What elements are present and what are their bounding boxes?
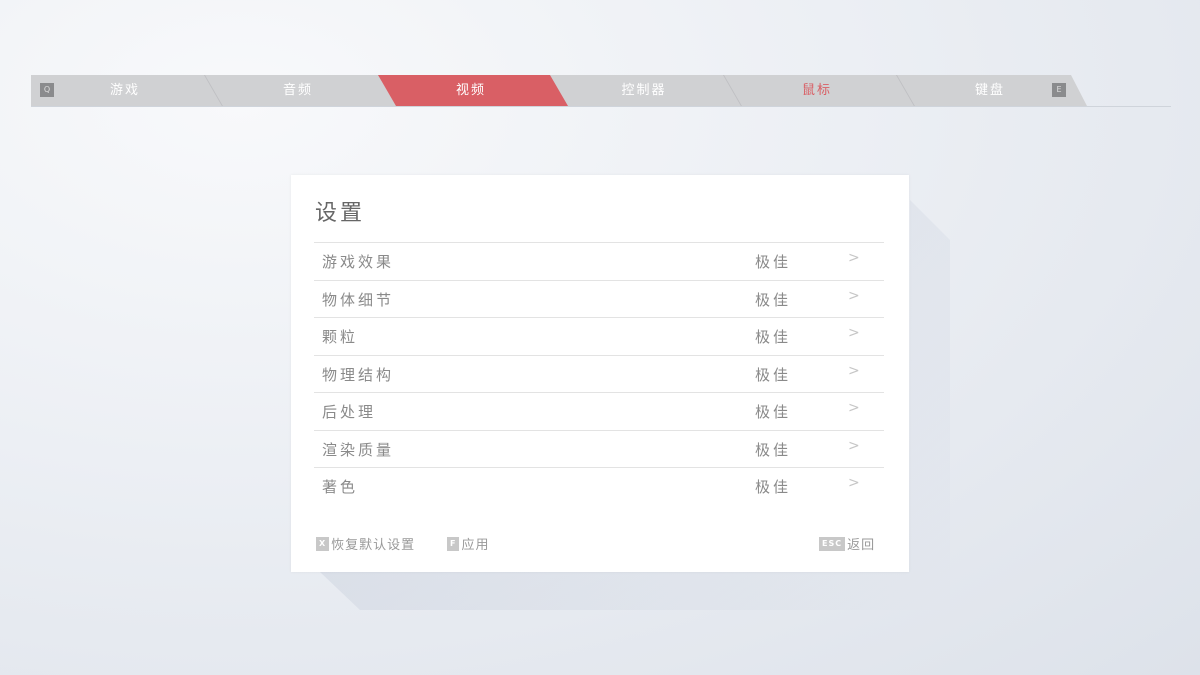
setting-row[interactable]: 颗粒 极佳 > [314,317,884,355]
tab-underline [31,106,1171,107]
back-label: 返回 [847,534,875,553]
setting-row[interactable]: 著色 极佳 > [314,467,884,505]
reset-defaults-button[interactable]: X恢复默认设置 [316,534,415,553]
setting-row[interactable]: 游戏效果 极佳 > [314,242,884,280]
setting-label: 游戏效果 [322,251,394,272]
settings-list: 游戏效果极佳> 物体细节极佳> 颗粒极佳> 物理结构极佳> 后处理极佳> 渲染质… [314,242,884,505]
setting-row[interactable]: 后处理 极佳 > [314,392,884,430]
setting-value: 极佳 [755,289,791,310]
page-title: 设置 [315,195,365,227]
tab-game[interactable]: 游戏 [65,75,185,106]
apply-label: 应用 [461,534,489,553]
apply-button[interactable]: F应用 [447,534,489,553]
setting-label: 后处理 [322,401,376,422]
chevron-right-icon[interactable]: > [848,288,863,304]
key-hint: X [316,537,329,551]
setting-row[interactable]: 渲染质量 极佳 > [314,430,884,468]
setting-label: 著色 [322,476,358,497]
setting-value: 极佳 [755,476,791,497]
chevron-right-icon[interactable]: > [848,438,863,454]
setting-row[interactable]: 物体细节 极佳 > [314,280,884,318]
chevron-right-icon[interactable]: > [848,475,863,491]
key-hint: F [447,537,459,551]
chevron-right-icon[interactable]: > [848,400,863,416]
setting-label: 物理结构 [322,364,394,385]
setting-value: 极佳 [755,326,791,347]
setting-value: 极佳 [755,364,791,385]
tab-video[interactable]: 视频 [411,75,531,106]
setting-value: 极佳 [755,439,791,460]
chevron-right-icon[interactable]: > [848,363,863,379]
next-tab-key[interactable]: E [1052,83,1066,97]
back-button[interactable]: ESC返回 [819,534,875,553]
tab-mouse[interactable]: 鼠标 [757,75,877,106]
tab-audio[interactable]: 音频 [238,75,358,106]
setting-row[interactable]: 物理结构 极佳 > [314,355,884,393]
setting-value: 极佳 [755,401,791,422]
prev-tab-key[interactable]: Q [40,83,54,97]
setting-label: 物体细节 [322,289,394,310]
key-hint: ESC [819,537,845,551]
tab-keyboard[interactable]: 键盘 [930,75,1050,106]
tab-controller[interactable]: 控制器 [584,75,704,106]
setting-label: 渲染质量 [322,439,394,460]
settings-panel: 设置 游戏效果极佳> 物体细节极佳> 颗粒极佳> 物理结构极佳> 后处理极佳> … [291,175,909,572]
chevron-right-icon[interactable]: > [848,325,863,341]
setting-value: 极佳 [755,251,791,272]
reset-label: 恢复默认设置 [331,534,415,553]
chevron-right-icon[interactable]: > [848,250,863,266]
setting-label: 颗粒 [322,326,358,347]
